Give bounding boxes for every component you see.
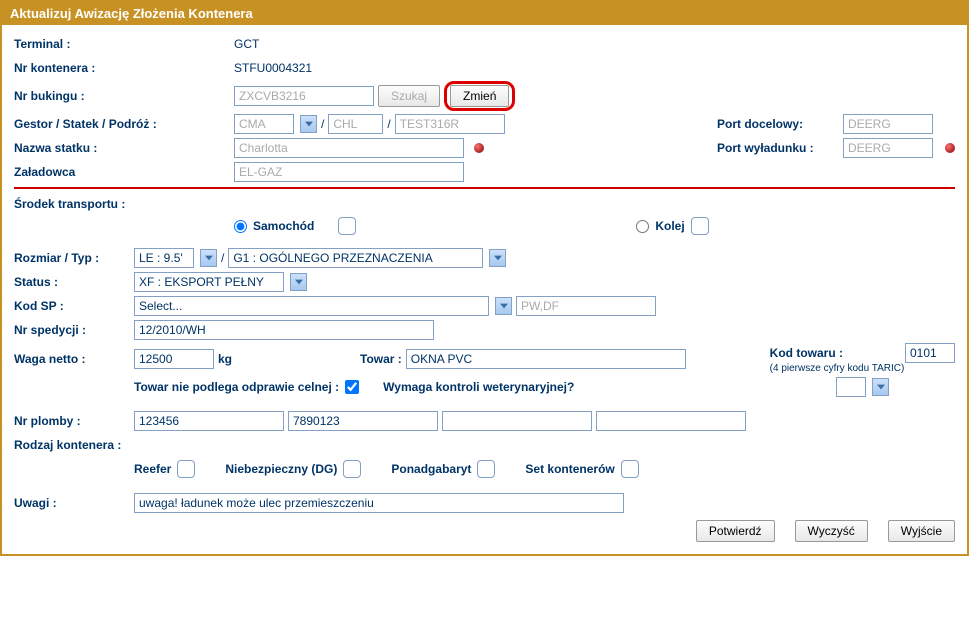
input-gestor[interactable] <box>234 114 294 134</box>
label-rodzaj: Rodzaj kontenera : <box>14 438 955 452</box>
label-weterynaryjna: Wymaga kontroli weterynaryjnej? <box>383 380 574 394</box>
input-plomba3[interactable] <box>442 411 592 431</box>
input-port-docelowy[interactable] <box>843 114 933 134</box>
input-plomba4[interactable] <box>596 411 746 431</box>
btn-wyczysc[interactable]: Wyczyść <box>795 520 868 542</box>
dropdown-wet-icon[interactable] <box>872 378 889 396</box>
input-nazwa-statku[interactable] <box>234 138 464 158</box>
label-srodek: Środek transportu : <box>14 197 955 211</box>
btn-zmien[interactable]: Zmień <box>450 85 509 107</box>
content: Terminal : GCT Nr kontenera : STFU000432… <box>2 25 967 554</box>
label-port-docelowy: Port docelowy: <box>717 117 837 131</box>
label-towar: Towar : <box>360 352 402 366</box>
dropdown-gestor-icon[interactable] <box>300 115 317 133</box>
input-plomba2[interactable] <box>288 411 438 431</box>
window: Aktualizuj Awizację Złożenia Kontenera T… <box>0 0 969 556</box>
dropdown-typ-icon[interactable] <box>489 249 506 267</box>
value-terminal: GCT <box>234 37 259 51</box>
label-dg: Niebezpieczny (DG) <box>225 462 337 476</box>
input-status[interactable] <box>134 272 284 292</box>
input-kodsp-sel[interactable] <box>134 296 489 316</box>
btn-szukaj[interactable]: Szukaj <box>378 85 440 107</box>
note-taric: (4 pierwsze cyfry kodu TARIC) <box>770 363 905 374</box>
label-port-wyladunku: Port wyładunku : <box>717 141 837 155</box>
label-rozmiar: Rozmiar / Typ : <box>14 251 134 265</box>
radio-kolej[interactable] <box>636 220 649 233</box>
slash1: / <box>321 117 324 131</box>
value-kontenera: STFU0004321 <box>234 61 312 75</box>
highlight-zmien: Zmień <box>444 81 515 111</box>
status-dot-1 <box>474 143 484 153</box>
label-terminal: Terminal : <box>14 37 234 51</box>
input-port-wyladunku[interactable] <box>843 138 933 158</box>
input-podroz[interactable] <box>395 114 505 134</box>
label-kolej: Kolej <box>655 219 684 233</box>
status-dot-2 <box>945 143 955 153</box>
label-zaladowca: Załadowca <box>14 165 234 179</box>
label-samochod: Samochód <box>253 219 314 233</box>
label-odprawa: Towar nie podlega odprawie celnej : <box>134 380 339 394</box>
input-wet-sel[interactable] <box>836 377 866 397</box>
btn-square-ponadgabaryt[interactable] <box>477 460 495 478</box>
titlebar: Aktualizuj Awizację Złożenia Kontenera <box>2 2 967 25</box>
btn-square-dg[interactable] <box>343 460 361 478</box>
label-waga: Waga netto : <box>14 352 134 366</box>
label-kod-towaru: Kod towaru : <box>770 346 843 360</box>
label-status: Status : <box>14 275 134 289</box>
btn-square-set[interactable] <box>621 460 639 478</box>
btn-wyjscie[interactable]: Wyjście <box>888 520 955 542</box>
label-ponadgabaryt: Ponadgabaryt <box>391 462 471 476</box>
label-bukingu: Nr bukingu : <box>14 89 234 103</box>
input-zaladowca[interactable] <box>234 162 464 182</box>
input-waga[interactable] <box>134 349 214 369</box>
input-typ[interactable] <box>228 248 483 268</box>
btn-square-reefer[interactable] <box>177 460 195 478</box>
btn-potwierdz[interactable]: Potwierdź <box>696 520 775 542</box>
label-nrspedycji: Nr spedycji : <box>14 323 134 337</box>
label-set: Set kontenerów <box>525 462 614 476</box>
input-nrspedycji[interactable] <box>134 320 434 340</box>
label-kodsp: Kod SP : <box>14 299 134 313</box>
input-towar[interactable] <box>406 349 686 369</box>
input-bukingu[interactable] <box>234 86 374 106</box>
input-statek[interactable] <box>328 114 383 134</box>
cb-odprawa[interactable] <box>345 380 359 394</box>
radio-samochod[interactable] <box>234 220 247 233</box>
label-kontenera: Nr kontenera : <box>14 61 234 75</box>
dropdown-rozmiar-icon[interactable] <box>200 249 217 267</box>
dropdown-status-icon[interactable] <box>290 273 307 291</box>
input-kodsp-txt[interactable] <box>516 296 656 316</box>
input-rozmiar[interactable] <box>134 248 194 268</box>
input-plomba1[interactable] <box>134 411 284 431</box>
label-uwagi: Uwagi : <box>14 496 134 510</box>
label-reefer: Reefer <box>134 462 171 476</box>
slash2: / <box>387 117 390 131</box>
label-kg: kg <box>218 352 232 366</box>
dropdown-kodsp-icon[interactable] <box>495 297 512 315</box>
btn-square-kolej[interactable] <box>691 217 709 235</box>
input-uwagi[interactable] <box>134 493 624 513</box>
input-kod-towaru[interactable] <box>905 343 955 363</box>
label-gestor: Gestor / Statek / Podróż : <box>14 117 234 131</box>
label-plomby: Nr plomby : <box>14 414 134 428</box>
label-nazwa-statku: Nazwa statku : <box>14 141 234 155</box>
divider-red <box>14 187 955 189</box>
btn-square-samochod[interactable] <box>338 217 356 235</box>
slash3: / <box>221 251 224 265</box>
